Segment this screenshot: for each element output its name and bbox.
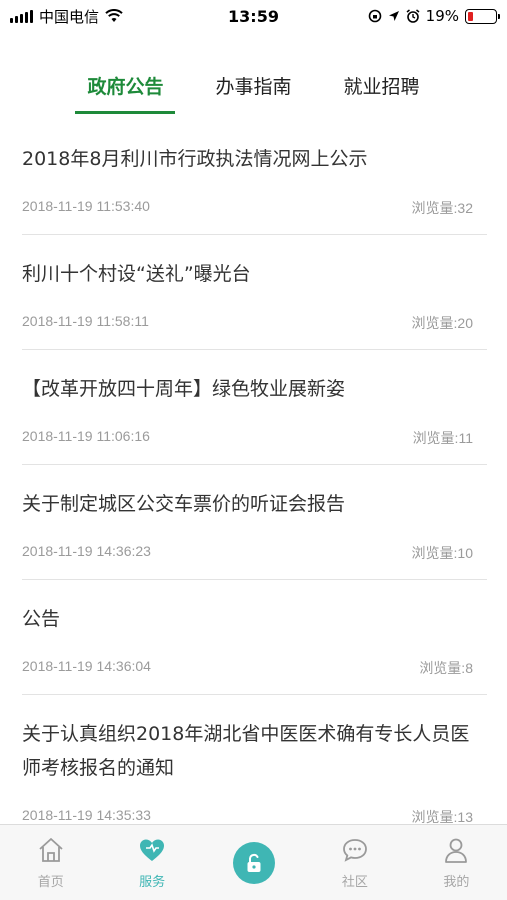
news-meta: 2018-11-19 11:58:11 浏览量:20 [22,313,473,333]
list-item[interactable]: 关于制定城区公交车票价的听证会报告 2018-11-19 14:36:23 浏览… [22,465,487,580]
alarm-icon [406,9,420,23]
wifi-icon [105,9,123,22]
list-item[interactable]: 利川十个村设“送礼”曝光台 2018-11-19 11:58:11 浏览量:20 [22,235,487,350]
news-meta: 2018-11-19 11:53:40 浏览量:32 [22,198,473,218]
tab-government-notice[interactable]: 政府公告 [75,66,176,114]
news-title: 关于制定城区公交车票价的听证会报告 [22,493,346,515]
nav-label: 我的 [443,875,470,890]
list-item[interactable]: 关于认真组织2018年湖北省中医医术确有专长人员医师考核报名的通知 2018-1… [22,695,487,844]
news-views: 浏览量:20 [411,315,473,331]
nav-community[interactable]: 社区 [304,825,405,900]
status-bar: 中国电信 13:59 19% [0,0,507,32]
news-views: 浏览量:8 [419,660,473,676]
chat-icon [343,839,367,862]
news-date: 2018-11-19 14:36:04 [22,658,151,674]
signal-icon [10,9,33,23]
news-views: 浏览量:11 [412,430,473,446]
battery-level [468,11,473,21]
tab-service-guide[interactable]: 办事指南 [203,66,303,114]
home-icon [39,838,63,862]
nav-label: 首页 [37,875,64,890]
nav-home[interactable]: 首页 [0,825,101,900]
nav-mine[interactable]: 我的 [406,825,507,900]
battery-icon [465,8,500,24]
news-meta: 2018-11-19 14:36:23 浏览量:10 [22,543,473,563]
nav-label: 服务 [139,875,166,890]
heart-icon [140,839,165,861]
news-list: 2018年8月利川市行政执法情况网上公示 2018-11-19 11:53:40… [0,120,507,844]
news-title: 2018年8月利川市行政执法情况网上公示 [22,148,368,170]
news-date: 2018-11-19 14:36:23 [22,543,151,559]
status-right: 19% [368,7,500,25]
carrier-label: 中国电信 [39,7,100,26]
news-date: 2018-11-19 11:58:11 [22,313,149,329]
tab-bar: 政府公告 办事指南 就业招聘 [0,66,507,114]
news-views: 浏览量:32 [411,200,473,216]
lock-rotation-icon [368,9,381,23]
center-button[interactable] [232,841,275,884]
nav-label: 社区 [341,875,368,890]
news-meta: 2018-11-19 11:06:16 浏览量:11 [22,428,473,448]
list-item[interactable]: 公告 2018-11-19 14:36:04 浏览量:8 [22,580,487,695]
news-title: 关于认真组织2018年湖北省中医医术确有专长人员医师考核报名的通知 [22,723,470,779]
news-views: 浏览量:10 [411,545,473,561]
nav-service[interactable]: 服务 [101,825,202,900]
list-item[interactable]: 2018年8月利川市行政执法情况网上公示 2018-11-19 11:53:40… [22,120,487,235]
status-left: 中国电信 [10,6,123,27]
nav-center-button[interactable] [203,825,304,900]
news-meta: 2018-11-19 14:36:04 浏览量:8 [22,658,473,678]
bottom-nav: 首页 服务 社区 我的 [0,824,507,900]
news-title: 公告 [22,608,61,630]
news-title: 【改革开放四十周年】绿色牧业展新姿 [22,378,346,400]
list-item[interactable]: 【改革开放四十周年】绿色牧业展新姿 2018-11-19 11:06:16 浏览… [22,350,487,465]
news-date: 2018-11-19 11:53:40 [22,198,150,214]
tab-employment[interactable]: 就业招聘 [332,66,432,114]
user-icon [445,838,468,863]
news-title: 利川十个村设“送礼”曝光台 [22,263,251,285]
battery-percent: 19% [425,7,459,25]
news-date: 2018-11-19 11:06:16 [22,428,150,444]
unlock-icon [247,853,261,872]
location-icon [388,11,399,21]
